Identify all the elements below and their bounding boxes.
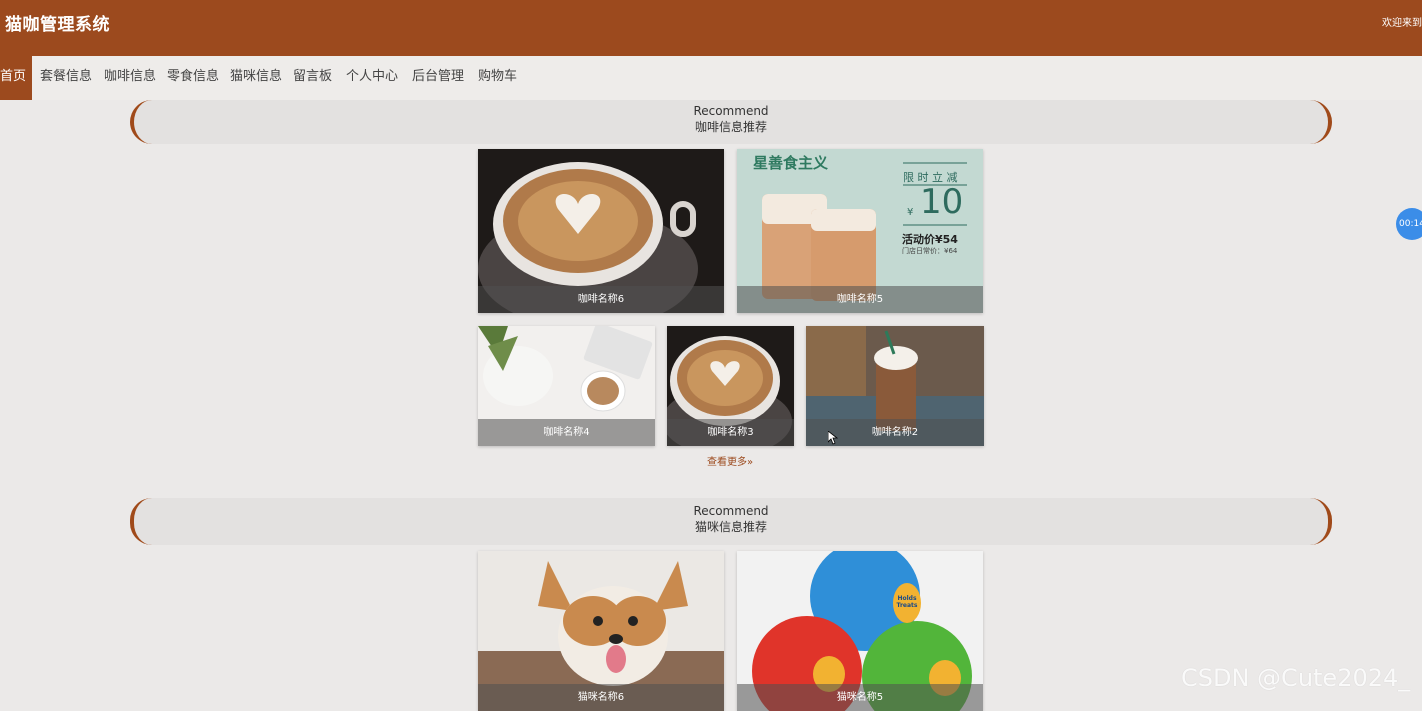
cat-card-6[interactable]: 猫咪名称6 [478, 551, 724, 711]
nav-cats[interactable]: 猫咪信息 [230, 56, 282, 100]
coffee-card-5[interactable]: 星善食主义 限 时 立 减 ¥ 10 活动价¥54 门店日常价：¥64 咖啡名称… [737, 149, 983, 313]
nav-package[interactable]: 套餐信息 [40, 56, 92, 100]
nav-admin[interactable]: 后台管理 [412, 56, 464, 100]
nav-cart[interactable]: 购物车 [478, 56, 517, 100]
nav-coffee[interactable]: 咖啡信息 [104, 56, 156, 100]
coffee-card-3[interactable]: 咖啡名称3 [667, 326, 794, 446]
promo-currency: ¥ [907, 207, 914, 218]
main-nav: 首页 套餐信息 咖啡信息 零食信息 猫咪信息 留言板 个人中心 后台管理 购物车 [0, 56, 1422, 100]
nav-snacks[interactable]: 零食信息 [167, 56, 219, 100]
section-subtitle-en: Recommend [693, 104, 769, 118]
card-caption: 咖啡名称6 [478, 286, 724, 313]
section-title: 猫咪信息推荐 [694, 520, 767, 534]
card-caption: 猫咪名称5 [737, 684, 983, 711]
mouse-cursor-icon [828, 431, 838, 445]
toy-label: Holds Treats [896, 595, 918, 609]
promo-brand: 星善食主义 [753, 154, 829, 172]
promo-price: 活动价¥54 [902, 233, 958, 246]
promo-amount: 10 [920, 182, 964, 222]
watermark-text: CSDN @Cute2024_ [1181, 664, 1411, 692]
coffee-card-2[interactable]: 咖啡名称2 [806, 326, 984, 446]
section-title: 咖啡信息推荐 [694, 120, 767, 134]
recording-timer[interactable]: 00:14 [1396, 208, 1422, 240]
coffee-section-header: Recommend 咖啡信息推荐 [130, 100, 1332, 144]
cat-card-5[interactable]: Holds Treats 猫咪名称5 [737, 551, 983, 711]
nav-profile[interactable]: 个人中心 [346, 56, 398, 100]
coffee-card-6[interactable]: 咖啡名称6 [478, 149, 724, 313]
coffee-card-4[interactable]: 咖啡名称4 [478, 326, 655, 446]
nav-home[interactable]: 首页 [0, 56, 33, 100]
view-more-link[interactable]: 查看更多» [707, 453, 753, 468]
promo-original-price: 门店日常价：¥64 [902, 247, 958, 255]
card-caption: 咖啡名称4 [478, 419, 655, 446]
nav-message-board[interactable]: 留言板 [293, 56, 332, 100]
card-caption: 咖啡名称5 [737, 286, 983, 313]
top-header: 猫咖管理系统 欢迎来到 [0, 0, 1422, 56]
welcome-text: 欢迎来到 [1382, 18, 1422, 29]
card-caption: 咖啡名称3 [667, 419, 794, 446]
cat-section-header: Recommend 猫咪信息推荐 [130, 498, 1332, 545]
section-subtitle-en: Recommend [693, 504, 769, 518]
app-title: 猫咖管理系统 [5, 15, 110, 35]
card-caption: 猫咪名称6 [478, 684, 724, 711]
